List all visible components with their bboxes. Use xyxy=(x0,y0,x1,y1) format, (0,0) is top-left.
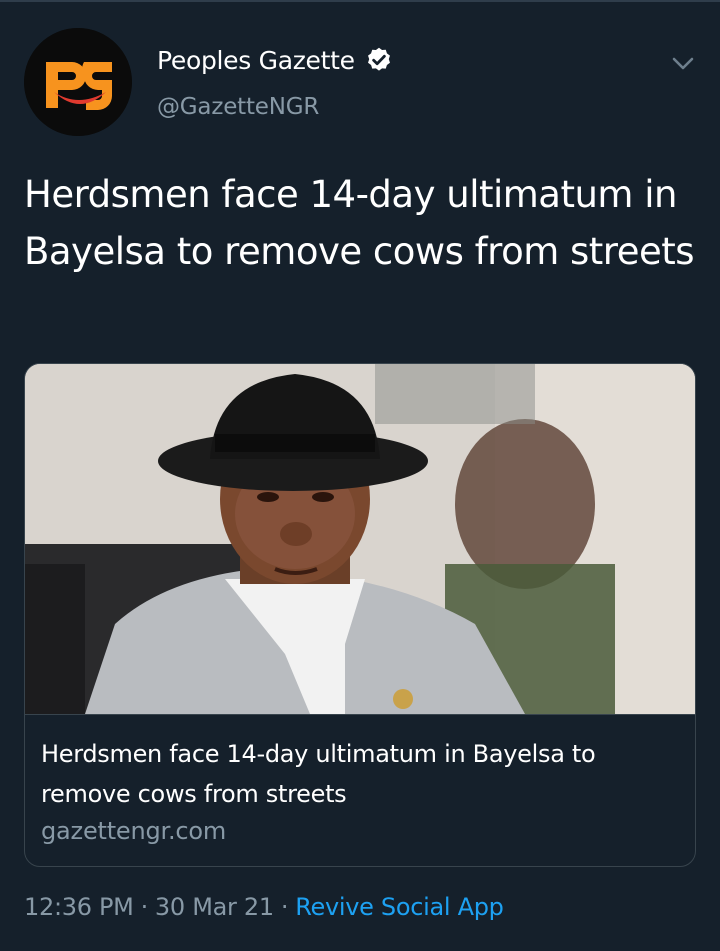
tweet-text: Herdsmen face 14-day ultimatum in Bayels… xyxy=(24,173,695,273)
verified-badge-icon xyxy=(365,46,393,74)
chevron-down-icon[interactable] xyxy=(670,50,696,76)
tweet-source-link[interactable]: Revive Social App xyxy=(295,893,504,921)
name-row: Peoples Gazette xyxy=(157,42,393,78)
display-name[interactable]: Peoples Gazette xyxy=(157,46,355,75)
tweet-header: Peoples Gazette @GazetteNGR xyxy=(24,28,704,136)
top-divider xyxy=(0,0,720,2)
tweet-meta: 12:36 PM · 30 Mar 21 · Revive Social App xyxy=(24,893,504,921)
meta-separator: · xyxy=(140,893,149,921)
card-image xyxy=(25,364,695,714)
tweet-time[interactable]: 12:36 PM xyxy=(24,893,134,921)
avatar[interactable] xyxy=(24,28,132,136)
news-photo xyxy=(25,364,695,714)
tweet-date[interactable]: 30 Mar 21 xyxy=(155,893,274,921)
account-handle[interactable]: @GazetteNGR xyxy=(157,94,319,120)
card-title[interactable]: Herdsmen face 14-day ultimatum in Bayels… xyxy=(41,734,671,814)
link-preview-card[interactable]: Herdsmen face 14-day ultimatum in Bayels… xyxy=(24,363,696,867)
card-domain: gazettengr.com xyxy=(41,817,227,845)
card-divider xyxy=(25,714,695,715)
peoples-gazette-logo xyxy=(24,28,132,136)
meta-separator: · xyxy=(280,893,289,921)
